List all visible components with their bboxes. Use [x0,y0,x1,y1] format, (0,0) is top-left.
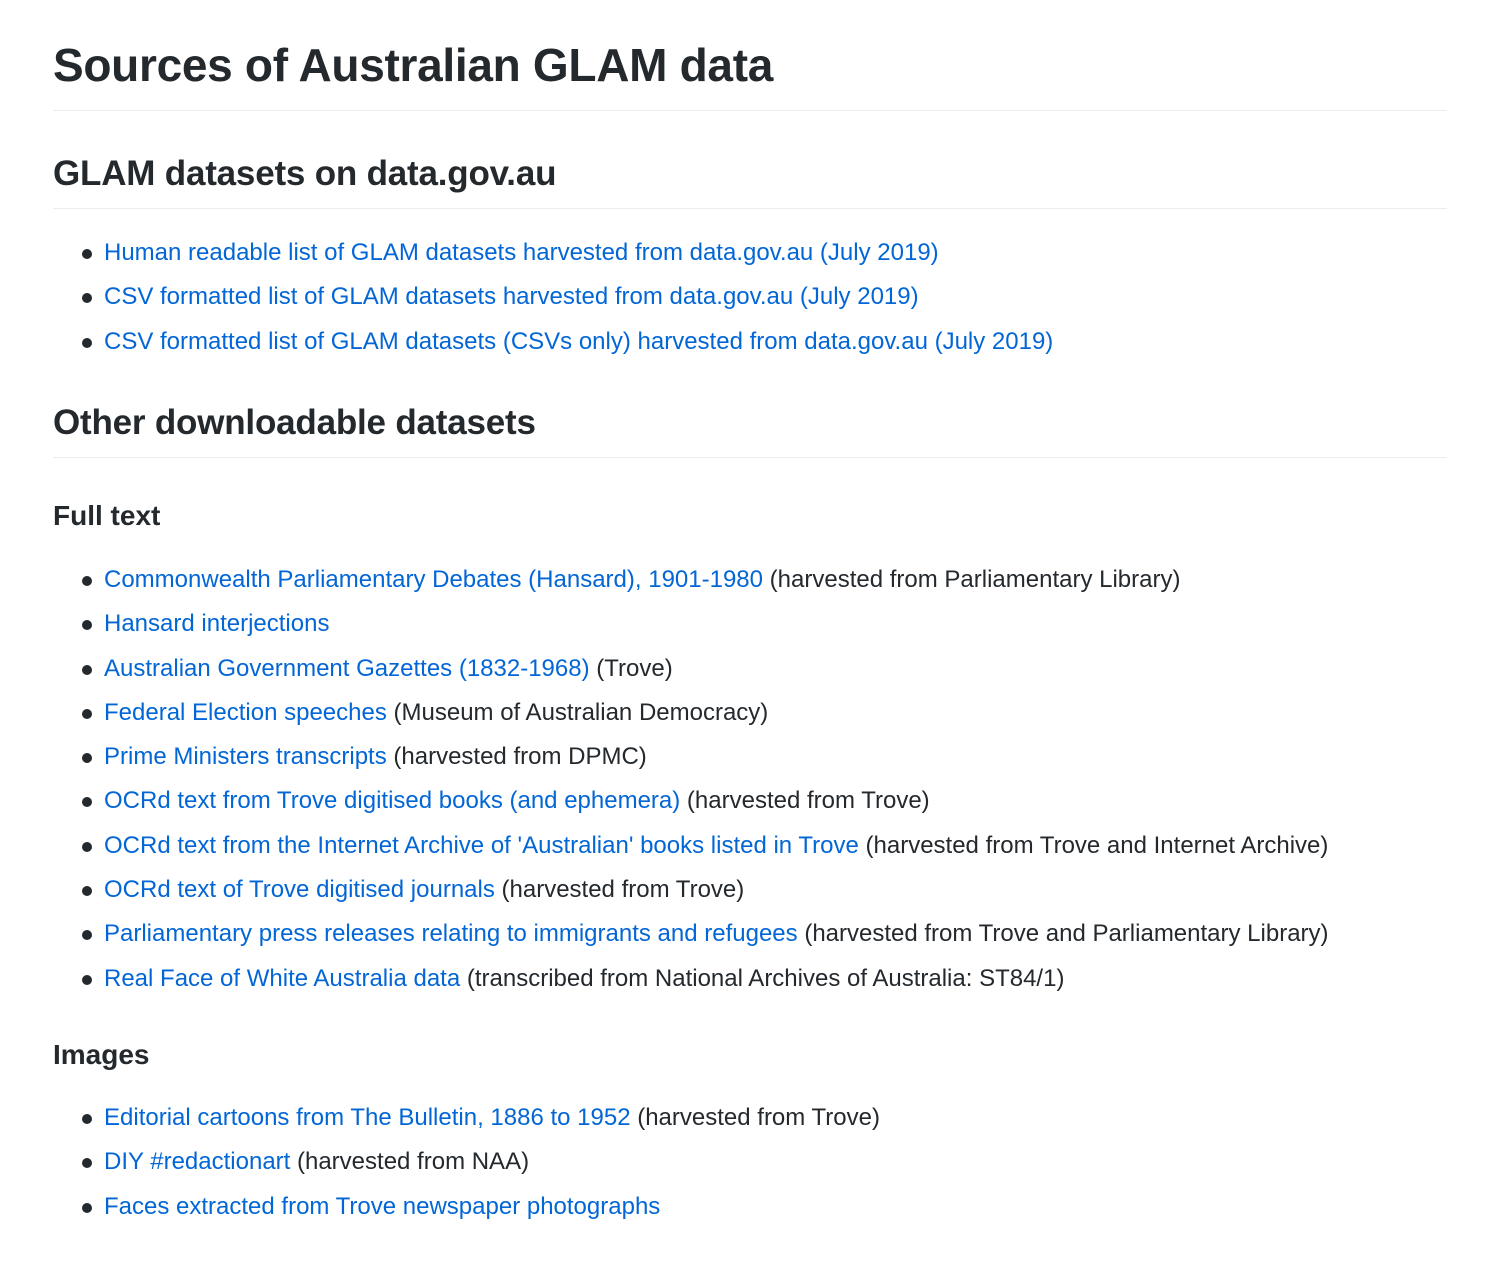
bullet-icon [82,886,92,897]
dataset-note: (harvested from Trove) [494,876,745,904]
bullet-icon [82,841,92,852]
title-divider [53,110,1447,111]
list-item: Prime Ministers transcripts (harvested f… [53,735,1447,779]
dataset-link[interactable]: Real Face of White Australia data [104,965,460,992]
dataset-note: (Museum of Australian Democracy) [386,698,769,726]
dataset-note: (harvested from Parliamentary Library) [763,566,1181,593]
dataset-link[interactable]: CSV formatted list of GLAM datasets harv… [104,283,919,310]
list-item: Hansard interjections [53,602,1447,646]
dataset-link[interactable]: Human readable list of GLAM datasets har… [104,239,939,266]
dataset-note: (harvested from Trove) [680,787,930,815]
dataset-link[interactable]: Australian Government Gazettes (1832-196… [104,655,590,682]
bullet-icon [82,1202,92,1213]
list-item: DIY #redactionart (harvested from NAA) [53,1140,1447,1184]
dataset-link[interactable]: Commonwealth Parliamentary Debates (Hans… [104,566,763,593]
dataset-note: (transcribed from National Archives of A… [460,964,1065,992]
subsection-heading-images: Images [53,1039,150,1070]
list-item: Federal Election speeches (Museum of Aus… [53,691,1447,735]
bullet-icon [82,1158,92,1169]
dataset-note: (Trove) [589,654,673,682]
fulltext-list: Commonwealth Parliamentary Debates (Hans… [53,558,1447,1001]
page-title: Sources of Australian GLAM data [53,39,774,91]
list-item: Human readable list of GLAM datasets har… [53,231,1447,275]
bullet-icon [82,797,92,808]
bullet-icon [82,337,92,348]
list-item: Australian Government Gazettes (1832-196… [53,647,1447,691]
dataset-link[interactable]: CSV formatted list of GLAM datasets (CSV… [104,328,1053,355]
dataset-note: (harvested from NAA) [290,1148,530,1176]
list-item: OCRd text from Trove digitised books (an… [53,779,1447,823]
dataset-note: (harvested from Trove) [630,1104,880,1131]
bullet-icon [82,576,92,586]
section-heading-datagov: GLAM datasets on data.gov.au [53,154,557,193]
bullet-icon [82,708,92,719]
list-item: OCRd text of Trove digitised journals (h… [53,868,1447,912]
dataset-link[interactable]: Editorial cartoons from The Bulletin, 18… [104,1104,631,1131]
subsection-heading-fulltext: Full text [53,500,161,531]
dataset-link[interactable]: Prime Ministers transcripts [104,743,387,770]
datagov-list: Human readable list of GLAM datasets har… [53,231,1447,364]
dataset-link[interactable]: Parliamentary press releases relating to… [104,920,798,947]
bullet-icon [82,293,92,304]
list-item: Real Face of White Australia data (trans… [53,957,1447,1001]
list-item: Faces extracted from Trove newspaper pho… [53,1185,1447,1229]
dataset-link[interactable]: DIY #redactionart [104,1148,290,1175]
dataset-link[interactable]: Federal Election speeches [104,699,387,726]
dataset-link[interactable]: Hansard interjections [104,610,329,637]
section-heading-other: Other downloadable datasets [53,403,536,442]
list-item: CSV formatted list of GLAM datasets harv… [53,275,1447,319]
dataset-note: (harvested from Trove and Parliamentary … [797,920,1329,948]
dataset-link[interactable]: OCRd text from the Internet Archive of '… [104,832,859,859]
bullet-icon [82,930,92,941]
list-item: CSV formatted list of GLAM datasets (CSV… [53,320,1447,364]
images-list: Editorial cartoons from The Bulletin, 18… [53,1096,1447,1229]
bullet-icon [82,753,92,764]
bullet-icon [82,974,92,985]
dataset-note: (harvested from DPMC) [386,743,647,771]
list-item: Parliamentary press releases relating to… [53,912,1447,956]
dataset-note: (harvested from Trove and Internet Archi… [858,831,1329,859]
bullet-icon [82,664,92,675]
dataset-link[interactable]: OCRd text of Trove digitised journals [104,876,495,903]
bullet-icon [82,1114,92,1124]
list-item: OCRd text from the Internet Archive of '… [53,824,1447,868]
section-divider-other [53,457,1447,458]
bullet-icon [82,249,92,259]
dataset-link[interactable]: OCRd text from Trove digitised books (an… [104,787,680,814]
section-divider-datagov [53,208,1447,209]
list-item: Commonwealth Parliamentary Debates (Hans… [53,558,1447,602]
list-item: Editorial cartoons from The Bulletin, 18… [53,1096,1447,1140]
bullet-icon [82,620,92,631]
dataset-link[interactable]: Faces extracted from Trove newspaper pho… [104,1193,660,1220]
